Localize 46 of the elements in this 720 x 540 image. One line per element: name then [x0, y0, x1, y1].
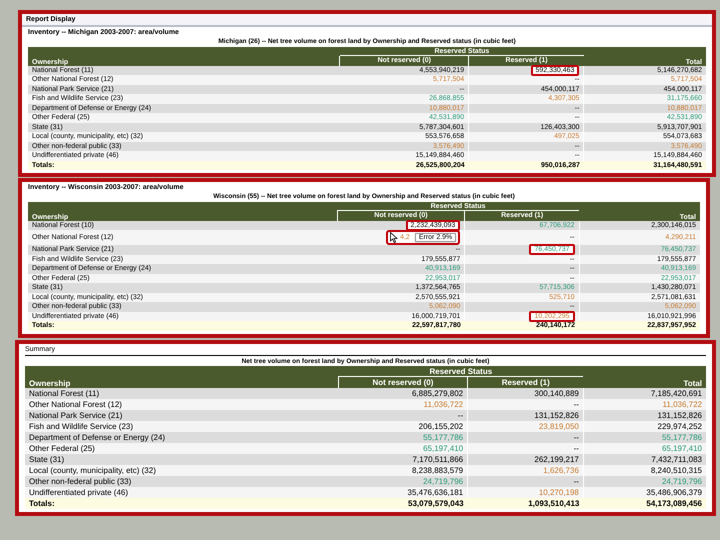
table-cell: 55,177,786: [662, 432, 702, 442]
table-cell: 300,140,889: [534, 388, 579, 398]
table-cell: 8,238,883,579: [412, 466, 464, 474]
column-header: Ownership: [25, 366, 338, 388]
row-label: Other non-federal public (33): [29, 476, 132, 486]
total-cell: 54,173,089,456: [646, 498, 702, 508]
table-cell: --: [574, 444, 579, 452]
table-cell: 206,155,202: [418, 422, 464, 430]
row-label: Other Federal (25): [29, 444, 95, 452]
table-cell: --: [458, 410, 464, 420]
row-label: Fish and Wildlife Service (23): [29, 422, 134, 430]
table-cell: 35,476,636,181: [408, 488, 464, 496]
table-cell: 11,036,722: [424, 400, 464, 408]
total-cell: 1,093,510,413: [528, 498, 580, 508]
row-label: State (31): [29, 454, 64, 464]
row-label: Local (county, municipality, etc) (32): [29, 466, 156, 474]
table-cell: 8,240,510,315: [650, 466, 702, 474]
table-cell: 24,719,796: [423, 476, 464, 486]
table-cell: 55,177,786: [423, 432, 464, 442]
table-cell: 24,719,796: [662, 476, 702, 486]
table-cell: --: [574, 400, 579, 408]
total-cell: 53,079,579,043: [408, 498, 464, 508]
table-cell: 7,432,711,083: [651, 454, 702, 464]
row-label: National Forest (11): [29, 388, 100, 398]
table-cell: 262,199,217: [534, 454, 579, 464]
table-cell: 229,974,252: [658, 422, 702, 430]
table-cell: 7,185,420,691: [650, 388, 702, 398]
column-header: Total: [583, 366, 706, 388]
table-cell: --: [574, 432, 579, 442]
totals-label: Totals:: [29, 498, 55, 508]
table-cell: 10,270,198: [538, 488, 579, 496]
table-cell: 11,036,722: [662, 400, 702, 408]
table-cell: 131,152,826: [534, 410, 579, 420]
table-cell: 65,197,410: [662, 444, 702, 452]
table-cell: 7,170,511,866: [412, 454, 464, 464]
row-label: Department of Defense or Energy (24): [29, 432, 166, 442]
table-cell: --: [574, 476, 579, 486]
table-cell: 65,197,410: [423, 444, 464, 452]
row-label: National Park Service (21): [29, 410, 122, 420]
row-label: Undifferentiated private (46): [29, 488, 128, 496]
table-cell: 35,486,906,379: [646, 488, 702, 496]
table-cell: 6,885,279,802: [412, 388, 464, 398]
row-label: Other National Forest (12): [29, 400, 122, 408]
table-cell: 131,152,826: [658, 410, 702, 420]
table-cell: 23,819,050: [538, 422, 579, 430]
table-cell: 1,626,736: [543, 466, 579, 474]
